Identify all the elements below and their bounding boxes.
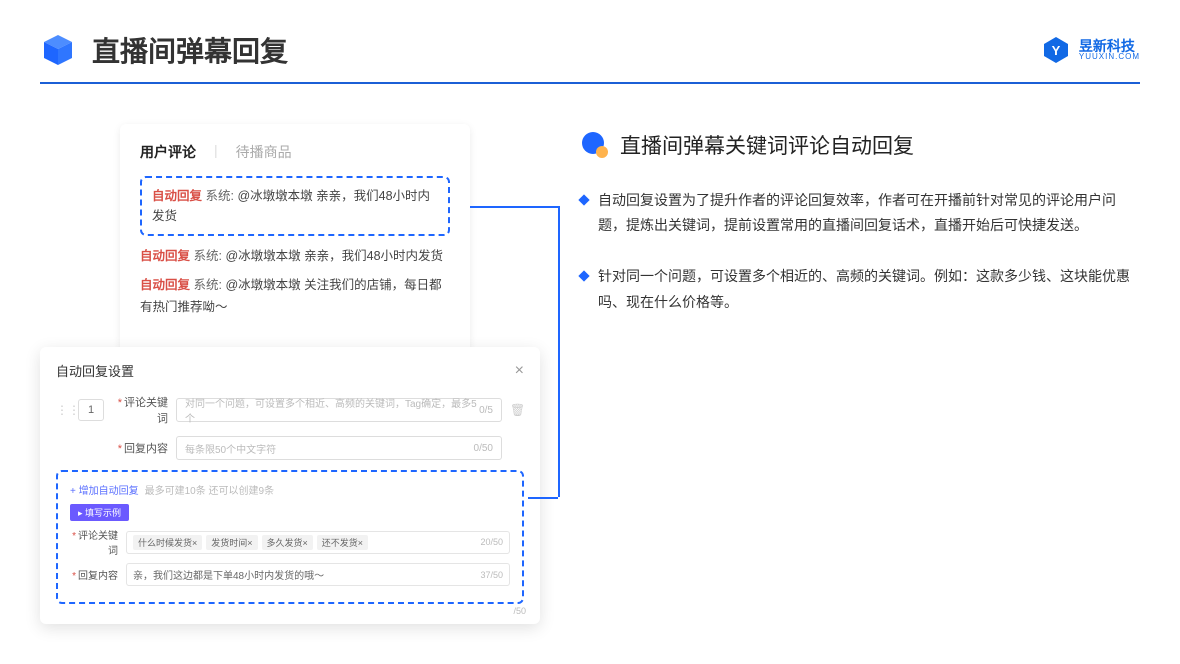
keyword-input[interactable]: 对同一个问题，可设置多个相近、高频的关键词，Tag确定，最多5个 0/5 (176, 398, 502, 422)
brand-logo-icon: Y (1041, 35, 1071, 65)
add-note: 最多可建10条 还可以创建9条 (145, 486, 274, 497)
placeholder: 对同一个问题，可设置多个相近、高频的关键词，Tag确定，最多5个 (185, 395, 479, 425)
chat-bubble-icon (580, 130, 610, 160)
example-keyword-input[interactable]: 什么时候发货× 发货时间× 多久发货× 还不发货× 20/50 (126, 531, 510, 554)
example-text: 亲，我们这边都是下单48小时内发货的哦～ (133, 567, 324, 582)
example-badge: ▸ 填写示例 (70, 504, 129, 521)
system-tag: 系统: (194, 249, 222, 263)
auto-reply-settings-modal: 自动回复设置 × ⋮⋮ 1 *评论关键词 对同一个问题，可设置多个相近、高频的关… (40, 347, 540, 624)
auto-reply-tag: 自动回复 (140, 249, 190, 263)
keyword-label: 评论关键词 (124, 397, 168, 425)
example-keyword-row: *评论关键词 什么时候发货× 发货时间× 多久发货× 还不发货× 20/50 (70, 527, 510, 557)
counter: 0/50 (474, 443, 493, 454)
brand: Y 昱新科技 YUUXIN.COM (1041, 35, 1140, 65)
system-tag: 系统: (194, 278, 222, 292)
counter: 0/5 (479, 405, 493, 416)
bullet-text: 自动回复设置为了提升作者的评论回复效率，作者可在开播前针对常见的评论用户问题，提… (598, 188, 1140, 238)
close-icon[interactable]: × (515, 362, 524, 380)
index-number: 1 (78, 399, 104, 421)
connector-line (470, 206, 558, 208)
example-content-row: *回复内容 亲，我们这边都是下单48小时内发货的哦～ 37/50 (70, 563, 510, 586)
keyword-chip[interactable]: 什么时候发货× (133, 535, 202, 550)
counter: 37/50 (480, 570, 503, 580)
header: 直播间弹幕回复 Y 昱新科技 YUUXIN.COM (0, 0, 1180, 70)
reply-text: @冰墩墩本墩 亲亲，我们48小时内发货 (225, 249, 443, 263)
system-tag: 系统: (206, 189, 234, 203)
keyword-chip[interactable]: 还不发货× (317, 535, 368, 550)
counter: 20/50 (480, 537, 503, 547)
placeholder: 每条限50个中文字符 (185, 441, 276, 456)
connector-line (558, 206, 560, 497)
ex-kw-label: 评论关键词 (78, 531, 118, 557)
bullet-item: 针对同一个问题，可设置多个相近的、高频的关键词。例如：这款多少钱、这块能优惠吗、… (580, 264, 1140, 314)
description-panel: 直播间弹幕关键词评论自动回复 自动回复设置为了提升作者的评论回复效率，作者可在开… (580, 124, 1140, 356)
brand-name: 昱新科技 (1079, 39, 1140, 53)
content-label: 回复内容 (124, 443, 168, 455)
drag-handle-icon[interactable]: ⋮⋮ (56, 403, 70, 417)
bullet-item: 自动回复设置为了提升作者的评论回复效率，作者可在开播前针对常见的评论用户问题，提… (580, 188, 1140, 238)
page-title: 直播间弹幕回复 (92, 30, 288, 70)
tab-user-comments[interactable]: 用户评论 (140, 142, 196, 162)
content-input[interactable]: 每条限50个中文字符 0/50 (176, 436, 502, 460)
auto-reply-tag: 自动回复 (140, 278, 190, 292)
ex-ct-label: 回复内容 (78, 571, 118, 582)
svg-text:Y: Y (1052, 43, 1061, 58)
add-auto-reply-link[interactable]: + 增加自动回复最多可建10条 还可以创建9条 (70, 482, 510, 497)
cube-icon (40, 32, 76, 68)
diamond-icon (578, 271, 589, 282)
section-title: 直播间弹幕关键词评论自动回复 (620, 130, 914, 160)
keyword-chip[interactable]: 多久发货× (262, 535, 313, 550)
trash-icon[interactable]: 🗑 (510, 403, 524, 417)
form-row-content: *回复内容 每条限50个中文字符 0/50 (56, 436, 524, 460)
brand-url: YUUXIN.COM (1079, 53, 1140, 61)
tab-pending-goods[interactable]: 待播商品 (236, 142, 292, 162)
diamond-icon (578, 194, 589, 205)
example-box: + 增加自动回复最多可建10条 还可以创建9条 ▸ 填写示例 *评论关键词 什么… (56, 470, 524, 604)
tabs: 用户评论 | 待播商品 (140, 142, 450, 162)
form-row-keyword: ⋮⋮ 1 *评论关键词 对同一个问题，可设置多个相近、高频的关键词，Tag确定，… (56, 394, 524, 426)
bullet-text: 针对同一个问题，可设置多个相近的、高频的关键词。例如：这款多少钱、这块能优惠吗、… (598, 264, 1140, 314)
highlighted-reply: 自动回复 系统: @冰墩墩本墩 亲亲，我们48小时内发货 (140, 176, 450, 236)
bottom-counter: /50 (513, 606, 526, 616)
screenshot-area: 用户评论 | 待播商品 自动回复 系统: @冰墩墩本墩 亲亲，我们48小时内发货… (40, 124, 540, 356)
auto-reply-tag: 自动回复 (152, 189, 202, 203)
example-content-input[interactable]: 亲，我们这边都是下单48小时内发货的哦～ 37/50 (126, 563, 510, 586)
keyword-chip[interactable]: 发货时间× (206, 535, 257, 550)
comment-card: 用户评论 | 待播商品 自动回复 系统: @冰墩墩本墩 亲亲，我们48小时内发货… (120, 124, 470, 356)
reply-row: 自动回复 系统: @冰墩墩本墩 亲亲，我们48小时内发货 (140, 246, 450, 267)
reply-row: 自动回复 系统: @冰墩墩本墩 关注我们的店铺，每日都有热门推荐呦～ (140, 275, 450, 318)
modal-title: 自动回复设置 (56, 361, 134, 380)
